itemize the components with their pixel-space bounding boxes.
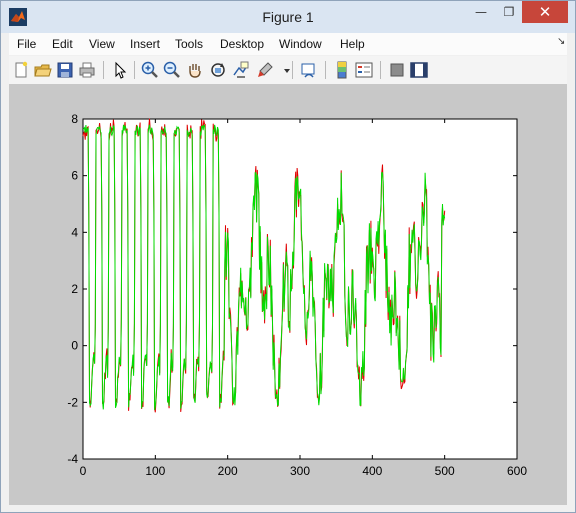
pan-hand-icon[interactable] — [185, 60, 205, 80]
brush-dropdown-icon[interactable] — [277, 60, 290, 80]
menu-desktop[interactable]: Desktop — [220, 37, 264, 51]
x-tick-label: 200 — [218, 464, 238, 478]
toolbar-separator — [103, 61, 104, 79]
menu-file[interactable]: File — [17, 37, 36, 51]
x-tick-label: 600 — [507, 464, 527, 478]
menu-edit[interactable]: Edit — [52, 37, 73, 51]
toolbar-separator — [292, 61, 293, 79]
y-tick-label: 8 — [71, 112, 78, 126]
x-tick-label: 500 — [435, 464, 455, 478]
y-tick-label: -2 — [67, 395, 78, 409]
hide-plot-tools-icon[interactable] — [387, 60, 407, 80]
toolbar-separator — [325, 61, 326, 79]
y-tick-label: 2 — [71, 282, 78, 296]
minimize-button[interactable]: — — [468, 1, 494, 23]
rotate-3d-icon[interactable] — [208, 60, 228, 80]
line-plot[interactable]: 0 100 200 300 400 500 600 -4 -2 0 2 4 6 8 — [9, 85, 567, 505]
legend-icon[interactable] — [354, 60, 374, 80]
brush-icon[interactable] — [255, 60, 275, 80]
zoom-in-icon[interactable] — [140, 60, 160, 80]
x-tick-label: 400 — [362, 464, 382, 478]
show-plot-tools-icon[interactable] — [409, 60, 429, 80]
close-button[interactable]: ✕ — [522, 1, 568, 23]
menu-window[interactable]: Window — [279, 37, 322, 51]
print-icon[interactable] — [77, 60, 97, 80]
open-file-icon[interactable] — [33, 60, 53, 80]
figure-canvas: 0 100 200 300 400 500 600 -4 -2 0 2 4 6 8 — [9, 85, 567, 505]
title-bar[interactable]: Figure 1 — ❐ ✕ — [1, 1, 575, 33]
save-icon[interactable] — [55, 60, 75, 80]
x-tick-label: 300 — [290, 464, 310, 478]
dock-arrow-icon[interactable]: ↘ — [557, 36, 565, 47]
menu-insert[interactable]: Insert — [130, 37, 160, 51]
y-tick-label: 4 — [71, 225, 78, 239]
edit-plot-arrow-icon[interactable] — [110, 60, 130, 80]
menu-tools[interactable]: Tools — [175, 37, 203, 51]
x-tick-label: 100 — [145, 464, 165, 478]
data-cursor-icon[interactable] — [231, 60, 251, 80]
figure-window: Figure 1 — ❐ ✕ File Edit View Insert Too… — [0, 0, 576, 513]
link-plot-icon[interactable] — [299, 60, 319, 80]
menu-view[interactable]: View — [89, 37, 115, 51]
toolbar-separator — [380, 61, 381, 79]
colorbar-icon[interactable] — [332, 60, 352, 80]
figure-toolbar — [9, 56, 567, 85]
y-tick-label: 0 — [71, 339, 78, 353]
y-tick-label: 6 — [71, 169, 78, 183]
y-tick-label: -4 — [67, 452, 78, 466]
zoom-out-icon[interactable] — [162, 60, 182, 80]
menu-help[interactable]: Help — [340, 37, 365, 51]
x-tick-label: 0 — [80, 464, 87, 478]
menu-bar: File Edit View Insert Tools Desktop Wind… — [9, 33, 567, 55]
toolbar-separator — [134, 61, 135, 79]
maximize-button[interactable]: ❐ — [496, 1, 522, 23]
new-figure-icon[interactable] — [11, 60, 31, 80]
